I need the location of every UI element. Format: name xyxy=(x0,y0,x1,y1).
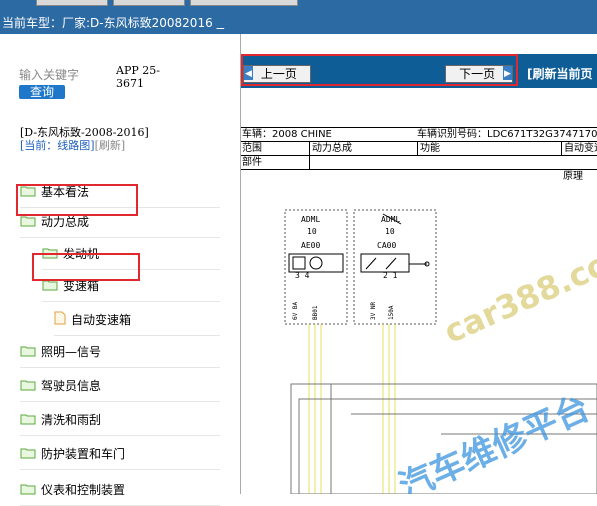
manufacturer-link[interactable] xyxy=(217,16,225,30)
tree-item-label: 变速箱 xyxy=(63,279,100,293)
highlight-powertrain xyxy=(16,184,138,216)
search-button[interactable]: 查询 xyxy=(19,85,65,99)
tree-item-label: 防护装置和车门 xyxy=(41,447,126,461)
part-text: 部件 xyxy=(242,157,262,168)
doc-row-principle: 原理 xyxy=(241,169,597,184)
tree-item[interactable]: 清洗和雨刮 xyxy=(20,405,220,436)
tree-item-label: 照明—信号 xyxy=(41,345,102,359)
refresh-page-link[interactable]: [刷新当前页 xyxy=(527,65,593,82)
wiring-diagram: ADML 10 AE00 ADML 10 CA00 3 4 2 1 6V BA … xyxy=(284,209,597,494)
folder-icon xyxy=(20,338,36,368)
tree-item[interactable]: 自动变速箱 xyxy=(54,305,220,336)
tree-item[interactable]: 仪表和控制装置 xyxy=(20,475,220,506)
left-box-bottom: 6V BA xyxy=(292,302,299,320)
vin-label: 车辆识别号码： xyxy=(417,129,487,140)
left-box-code: AE00 xyxy=(301,241,320,250)
vin-text: LDC671T32G3747170 xyxy=(487,129,597,140)
right-pane: ◀ 上一页 下一页 ▶ [刷新当前页 车辆：2008 CHINE 车辆识别号码：… xyxy=(241,34,597,494)
principle-text: 原理 xyxy=(563,171,583,182)
app-code-line2: 3671 xyxy=(116,77,144,90)
tree-item[interactable]: 驾驶员信息 xyxy=(20,371,220,402)
left-box-top: ADML xyxy=(301,215,320,224)
breadcrumb-refresh[interactable]: [刷新] xyxy=(95,139,126,152)
doc-row-vehicle: 车辆：2008 CHINE 车辆识别号码：LDC671T32G3747170 xyxy=(241,127,597,142)
right-box-top: ADML xyxy=(381,215,400,224)
folder-icon xyxy=(20,372,36,402)
tree-item-label: 仪表和控制装置 xyxy=(41,483,126,497)
vehicle-text: 车辆：2008 CHINE xyxy=(242,129,332,140)
range-text: 范围 xyxy=(242,143,262,154)
top-bar: 当前车型：厂家:D-东风标致20082016 xyxy=(0,0,597,34)
left-wires: BB01 xyxy=(312,305,319,320)
app-code: APP 25- 3671 xyxy=(116,64,160,90)
right-box-num: 10 xyxy=(385,227,395,236)
breadcrumb: [D-东风标致-2008-2016] [当前：线路图][刷新] xyxy=(20,126,149,152)
connector-right xyxy=(360,253,410,273)
doc-row-range: 范围 动力总成 功能 自动变速 xyxy=(241,141,597,156)
folder-icon xyxy=(20,406,36,436)
powertrain-text: 动力总成 xyxy=(309,142,352,156)
current-model-label: 当前车型：厂家:D-东风标致20082016 xyxy=(2,14,224,31)
tree-item[interactable]: 防护装置和车门 xyxy=(20,439,220,470)
tree-item-label: 清洗和雨刮 xyxy=(41,413,102,427)
highlight-page-nav xyxy=(241,54,518,86)
toolbar-strip[interactable] xyxy=(113,0,185,6)
right-wires: 150A xyxy=(388,305,395,320)
doc-row-part: 部件 xyxy=(241,155,597,170)
document-icon xyxy=(54,306,66,336)
right-box-bottom: 3V NR xyxy=(370,302,377,320)
right-box-code: CA00 xyxy=(377,241,396,250)
toolbar-strip[interactable] xyxy=(36,0,108,6)
highlight-gearbox xyxy=(32,253,140,281)
tree-item-label: 驾驶员信息 xyxy=(41,379,102,393)
manufacturer-text: 厂家:D-东风标致20082016 xyxy=(62,16,213,30)
tree-item[interactable]: 照明—信号 xyxy=(20,337,220,368)
left-box-num: 10 xyxy=(307,227,317,236)
folder-icon xyxy=(20,476,36,506)
car-prefix: 当前车型： xyxy=(2,16,63,30)
tree-item-label: 自动变速箱 xyxy=(71,313,132,327)
tree-item-label: 动力总成 xyxy=(41,215,90,229)
component-box-right xyxy=(353,209,437,325)
folder-icon xyxy=(20,440,36,470)
toolbar-strip[interactable] xyxy=(190,0,298,6)
function-text: 功能 xyxy=(417,142,440,156)
search-input[interactable]: 输入关键字 xyxy=(19,66,79,83)
search-area: 输入关键字 查询 xyxy=(19,66,79,99)
app-code-line1: APP 25- xyxy=(116,64,160,77)
breadcrumb-model: [D-东风标致-2008-2016] xyxy=(20,126,149,139)
auto-trans-text: 自动变速 xyxy=(561,142,597,156)
breadcrumb-current[interactable]: [当前：线路图] xyxy=(20,139,95,152)
left-pane: 输入关键字 查询 APP 25- 3671 [D-东风标致-2008-2016]… xyxy=(0,34,241,506)
